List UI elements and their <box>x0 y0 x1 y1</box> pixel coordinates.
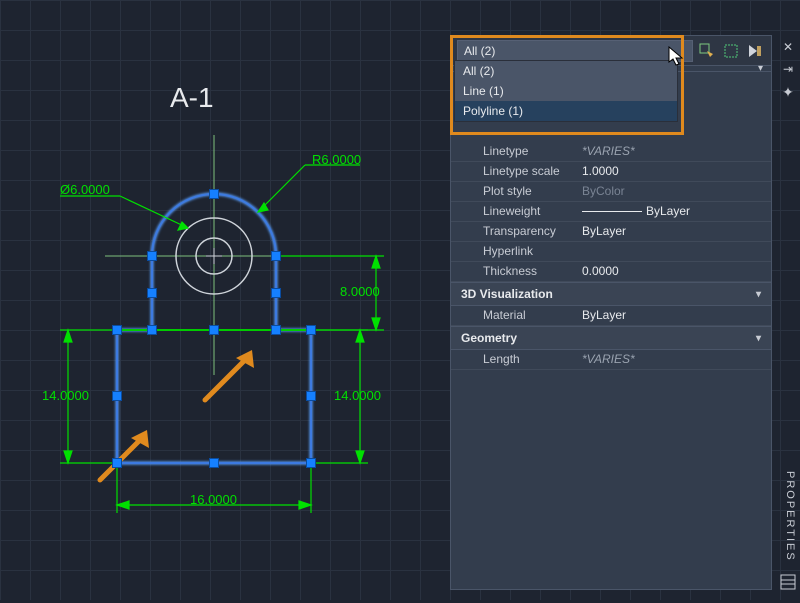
dock-icon[interactable]: ⇥ <box>783 62 793 76</box>
dropdown-option[interactable]: Polyline (1) <box>455 101 677 121</box>
property-label: Transparency <box>451 222 576 241</box>
dim-14-right: 14.0000 <box>334 388 381 403</box>
chevron-down-icon: ▾ <box>756 333 761 344</box>
pickset-icon[interactable] <box>721 41 741 61</box>
property-label: Plot style <box>451 182 576 201</box>
section-geometry[interactable]: Geometry ▾ <box>451 326 771 350</box>
grip[interactable] <box>209 458 219 468</box>
close-icon[interactable]: ✕ <box>783 40 793 54</box>
grip[interactable] <box>147 325 157 335</box>
property-row[interactable]: Linetype*VARIES* <box>451 142 771 162</box>
property-label: Length <box>451 350 576 369</box>
property-row[interactable]: Linetype scale1.0000 <box>451 162 771 182</box>
section-label: Geometry <box>461 331 517 345</box>
property-label: Linetype scale <box>451 162 576 181</box>
dropdown-option[interactable]: All (2) <box>455 61 677 81</box>
property-row[interactable]: LineweightByLayer <box>451 202 771 222</box>
property-label: Thickness <box>451 262 576 281</box>
grip[interactable] <box>306 458 316 468</box>
property-row[interactable]: Hyperlink <box>451 242 771 262</box>
property-value[interactable]: *VARIES* <box>576 142 771 161</box>
quick-select-icon[interactable] <box>697 41 717 61</box>
grip[interactable] <box>112 391 122 401</box>
grip[interactable] <box>306 325 316 335</box>
grip[interactable] <box>112 458 122 468</box>
grip[interactable] <box>271 288 281 298</box>
grip[interactable] <box>271 325 281 335</box>
property-label: Hyperlink <box>451 242 576 261</box>
grip[interactable] <box>147 288 157 298</box>
cursor-icon <box>668 46 686 68</box>
options-icon[interactable]: ✦ <box>782 84 794 101</box>
chevron-down-icon: ▾ <box>756 289 761 300</box>
property-value[interactable] <box>576 242 771 261</box>
chevron-down-icon[interactable]: ▾ <box>758 63 763 74</box>
grip[interactable] <box>271 251 281 261</box>
palette-controls: ✕ ⇥ ✦ <box>776 40 800 101</box>
drawing-canvas[interactable]: A-1 R6.0000 Ø6.0000 8.0000 14.0000 14.00… <box>0 0 450 600</box>
property-value[interactable]: 1.0000 <box>576 162 771 181</box>
quick-calc-icon[interactable] <box>745 41 765 61</box>
section-label: 3D Visualization <box>461 287 553 301</box>
dropdown-option[interactable]: Line (1) <box>455 81 677 101</box>
dim-14-left: 14.0000 <box>42 388 89 403</box>
section-3d-visualization[interactable]: 3D Visualization ▾ <box>451 282 771 306</box>
property-value[interactable]: 0.0000 <box>576 262 771 281</box>
selection-combo-value: All (2) <box>464 44 495 58</box>
dim-r6: R6.0000 <box>312 152 361 167</box>
grip[interactable] <box>306 391 316 401</box>
property-value[interactable]: ByLayer <box>576 306 771 325</box>
property-value[interactable]: ByColor <box>576 182 771 201</box>
property-label: Linetype <box>451 142 576 161</box>
properties-icon[interactable] <box>780 574 796 590</box>
property-label: Lineweight <box>451 202 576 221</box>
property-value[interactable]: *VARIES* <box>576 350 771 369</box>
palette-title: PROPERTIES <box>784 471 796 562</box>
property-row[interactable]: Plot styleByColor <box>451 182 771 202</box>
property-row[interactable]: MaterialByLayer <box>451 306 771 326</box>
selection-combo[interactable]: All (2) <box>457 40 693 62</box>
grip[interactable] <box>112 325 122 335</box>
property-value[interactable]: ByLayer <box>576 202 771 221</box>
property-label: Material <box>451 306 576 325</box>
drawing-title: A-1 <box>170 82 214 114</box>
grip[interactable] <box>209 189 219 199</box>
grip[interactable] <box>209 325 219 335</box>
property-row[interactable]: Thickness0.0000 <box>451 262 771 282</box>
selection-dropdown[interactable]: All (2)Line (1)Polyline (1) <box>454 60 678 122</box>
drawing-svg <box>0 0 450 600</box>
dim-d6: Ø6.0000 <box>60 182 110 197</box>
property-row[interactable]: Length*VARIES* <box>451 350 771 370</box>
property-row[interactable]: TransparencyByLayer <box>451 222 771 242</box>
dim-8: 8.0000 <box>340 284 380 299</box>
grip[interactable] <box>147 251 157 261</box>
property-value[interactable]: ByLayer <box>576 222 771 241</box>
dim-16: 16.0000 <box>190 492 237 507</box>
